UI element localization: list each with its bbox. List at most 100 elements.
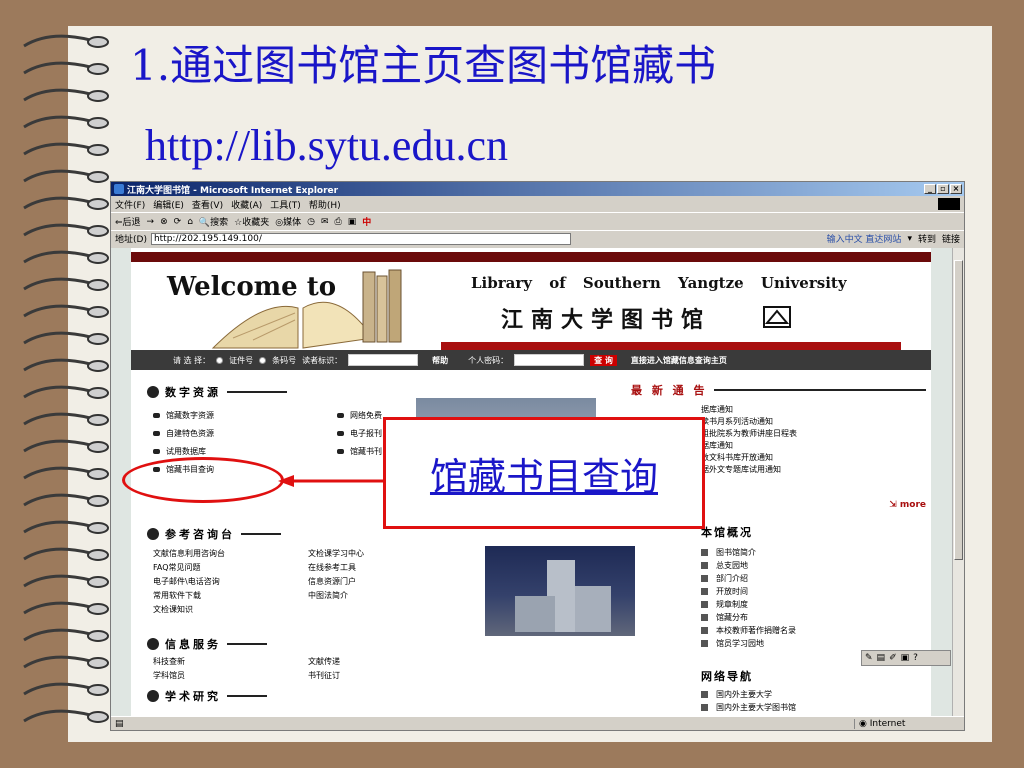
pointer-arrow <box>278 475 384 487</box>
overview-item[interactable]: 馆员学习园地 <box>701 637 929 650</box>
toolbar-icon[interactable]: ✐ <box>889 653 897 663</box>
overview-item[interactable]: 图书馆简介 <box>701 546 929 559</box>
globe-icon: ◉ <box>859 718 870 729</box>
overview-item[interactable]: 馆藏分布 <box>701 611 929 624</box>
mail-icon[interactable]: ✉ <box>321 217 329 227</box>
menu-edit[interactable]: 编辑(E) <box>153 198 184 211</box>
reference-item[interactable]: 文检课学习中心 <box>308 548 438 559</box>
overview-item[interactable]: 部门介绍 <box>701 572 929 585</box>
help-icon[interactable]: ? <box>913 653 918 663</box>
menu-view[interactable]: 查看(V) <box>192 198 223 211</box>
callout-label[interactable]: 馆藏书目查询 <box>430 446 658 501</box>
refresh-icon[interactable]: ⟳ <box>174 217 182 227</box>
highlight-ellipse <box>122 457 284 503</box>
overview-item[interactable]: 本校教师著作捐赠名录 <box>701 624 929 637</box>
overview-item[interactable]: 总支园地 <box>701 559 929 572</box>
notice-item[interactable]: 数文科书库开放通知 <box>701 452 926 464</box>
spiral-ring <box>23 223 109 237</box>
research-section: 学术研究 <box>147 688 447 704</box>
spiral-ring <box>23 601 109 615</box>
print-icon[interactable]: ⎙ <box>335 217 342 227</box>
maximize-button[interactable]: ▫ <box>937 184 949 194</box>
home-icon[interactable]: ⌂ <box>187 217 193 227</box>
direct-query-link[interactable]: 直接进入馆藏信息查询主页 <box>631 355 727 366</box>
security-zone: ◉ Internet <box>854 718 964 729</box>
links-button[interactable]: 链接 <box>942 232 960 245</box>
reference-item[interactable]: 文检课知识 <box>153 604 308 615</box>
info-service-item[interactable]: 学科馆员 <box>153 670 308 681</box>
query-button[interactable]: 查 询 <box>590 354 617 366</box>
scroll-thumb[interactable] <box>954 260 963 560</box>
favorites-button[interactable]: ☆收藏夹 <box>234 215 269 228</box>
toolbar-icon[interactable]: ▣ <box>901 653 910 663</box>
overview-item[interactable]: 规章制度 <box>701 598 929 611</box>
notice-item[interactable]: 据库通知 <box>701 440 926 452</box>
list-item[interactable]: 馆藏数字资源 <box>153 406 333 424</box>
research-heading: 学术研究 <box>147 688 447 704</box>
windows-flag-icon <box>938 198 960 210</box>
close-button[interactable]: × <box>950 184 962 194</box>
media-button[interactable]: ◎媒体 <box>275 215 301 228</box>
info-service-item[interactable]: 科技查新 <box>153 656 308 667</box>
stop-icon[interactable]: ⊗ <box>160 217 168 227</box>
forward-icon[interactable]: → <box>147 217 155 227</box>
search-button[interactable]: 🔍搜索 <box>199 215 228 228</box>
reference-item[interactable]: 常用软件下载 <box>153 590 308 601</box>
network-nav-section: 网络导航 国内外主要大学 国内外主要大学图书馆 <box>701 668 929 714</box>
zhong-button[interactable]: 中 <box>362 215 371 228</box>
notice-item[interactable]: 据库通知 <box>701 404 926 416</box>
reference-item[interactable]: 中图法简介 <box>308 590 438 601</box>
media-label: 媒体 <box>283 218 302 228</box>
info-service-item[interactable]: 书刊征订 <box>308 670 438 681</box>
password-input[interactable] <box>514 354 585 366</box>
menu-favorites[interactable]: 收藏(A) <box>231 198 262 211</box>
reference-item[interactable]: 在线参考工具 <box>308 562 438 573</box>
spiral-ring <box>23 169 109 183</box>
nav-item[interactable]: 国内外主要大学 <box>701 688 929 701</box>
standard-toolbar: ⇐后退 → ⊗ ⟳ ⌂ 🔍搜索 ☆收藏夹 ◎媒体 ◷ ✉ ⎙ ▣ 中 <box>111 212 964 230</box>
slide-title: 1.通过图书馆主页查图书馆藏书 <box>130 41 717 90</box>
menu-tools[interactable]: 工具(T) <box>270 198 301 211</box>
dropdown-icon[interactable]: ▾ <box>907 234 912 244</box>
spiral-ring <box>23 142 109 156</box>
password-label: 个人密码： <box>468 355 509 365</box>
toolbar-icon[interactable]: ✎ <box>865 653 873 663</box>
toolbar-icon[interactable]: ▤ <box>877 653 886 663</box>
help-link[interactable]: 帮助 <box>432 355 448 366</box>
address-bar: 地址(D) http://202.195.149.100/ 输入中文 直达网站 … <box>111 230 964 246</box>
address-input[interactable]: http://202.195.149.100/ <box>150 232 571 245</box>
reference-item[interactable]: 文献信息利用咨询台 <box>153 548 308 559</box>
vertical-scrollbar[interactable] <box>952 248 964 716</box>
spiral-ring <box>23 61 109 75</box>
spiral-binding <box>20 28 116 744</box>
notices-list: 据库通知 读书月系列活动通知 组批院系为教师讲座日程表 据库通知 数文科书库开放… <box>701 404 926 476</box>
reference-item[interactable]: 信息资源门户 <box>308 576 438 587</box>
spiral-ring <box>23 385 109 399</box>
info-service-item[interactable]: 文献传递 <box>308 656 438 667</box>
minimize-button[interactable]: _ <box>924 184 936 194</box>
go-button[interactable]: 转到 <box>918 232 936 245</box>
spiral-ring <box>23 493 109 507</box>
digital-heading-text: 数字资源 <box>165 386 221 399</box>
back-button[interactable]: ⇐后退 <box>115 215 141 228</box>
menu-help[interactable]: 帮助(H) <box>309 198 341 211</box>
browser-title-bar: 江南大学图书馆 - Microsoft Internet Explorer _ … <box>111 182 964 196</box>
reference-item[interactable]: 电子邮件\电话咨询 <box>153 576 308 587</box>
nav-item[interactable]: 国内外主要大学图书馆 <box>701 701 929 714</box>
network-nav-list: 国内外主要大学 国内外主要大学图书馆 <box>701 688 929 714</box>
reader-id-input[interactable] <box>348 354 419 366</box>
reader-label: 读者标识： <box>302 355 343 365</box>
top-strip <box>131 252 931 262</box>
info-service-heading: 信息服务 <box>147 636 447 652</box>
radio-cert[interactable] <box>216 356 224 364</box>
notice-item[interactable]: 据外文专题库试用通知 <box>701 464 926 476</box>
list-item[interactable]: 自建特色资源 <box>153 424 333 442</box>
radio-barcode[interactable] <box>259 356 267 364</box>
menu-file[interactable]: 文件(F) <box>115 198 145 211</box>
overview-item[interactable]: 开放时间 <box>701 585 929 598</box>
history-icon[interactable]: ◷ <box>307 217 315 227</box>
edit-icon[interactable]: ▣ <box>348 217 357 227</box>
notice-item[interactable]: 读书月系列活动通知 <box>701 416 926 428</box>
reference-item[interactable]: FAQ常见问题 <box>153 562 308 573</box>
notice-item[interactable]: 组批院系为教师讲座日程表 <box>701 428 926 440</box>
